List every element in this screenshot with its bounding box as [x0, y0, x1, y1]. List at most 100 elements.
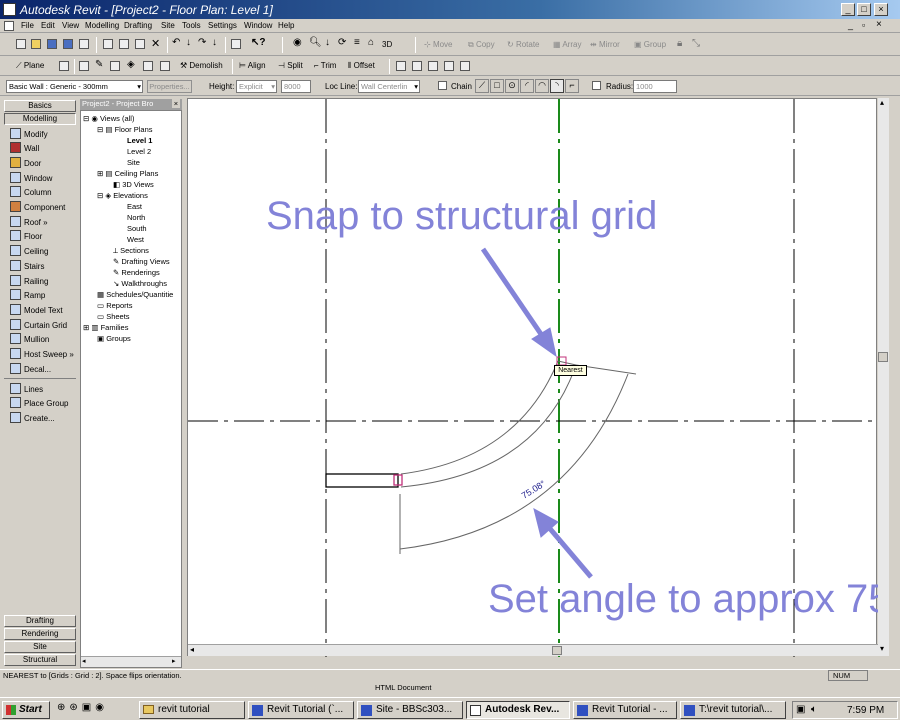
drawing-canvas[interactable]: 75.08° Snap to structural grid Set angle… [187, 98, 891, 657]
tool-floor[interactable]: Floor [10, 230, 42, 244]
trim-button[interactable]: ⌐ Trim [314, 61, 336, 70]
scroll-thumb[interactable] [878, 352, 888, 362]
tool-place-group[interactable]: Place Group [10, 397, 68, 411]
tree-views-all[interactable]: ⊟ ◉ Views (all) [83, 114, 134, 123]
eyedropper-icon[interactable]: ✎ [95, 59, 103, 70]
maximize-button[interactable]: □ [857, 3, 871, 16]
line-draw-icon[interactable]: ⟋ [475, 79, 489, 93]
tree-level-2[interactable]: Level 2 [127, 147, 151, 156]
menu-site[interactable]: Site [161, 21, 175, 30]
text-icon[interactable] [428, 61, 438, 71]
tool-door[interactable]: Door [10, 157, 41, 171]
tree-drafting-views[interactable]: ✎ Drafting Views [113, 257, 170, 266]
tree-walkthroughs[interactable]: ↘ Walkthroughs [113, 279, 167, 288]
fillet-arc-icon[interactable]: ⌐ [565, 79, 579, 93]
menu-drafting[interactable]: Drafting [124, 21, 152, 30]
level-icon[interactable] [444, 61, 454, 71]
menu-view[interactable]: View [62, 21, 79, 30]
desktop-icon[interactable]: ▣ [82, 702, 95, 713]
network-icon[interactable]: ▣ [796, 704, 805, 715]
copy-button[interactable]: ⧉ Copy [468, 40, 495, 50]
section-icon[interactable] [460, 61, 470, 71]
tool-column[interactable]: Column [10, 186, 52, 200]
3d-label[interactable]: 3D [382, 40, 392, 49]
tree-sheets[interactable]: ▭ Sheets [97, 312, 130, 321]
height-value-input[interactable]: 8000 [281, 80, 311, 93]
cut-geometry-icon[interactable] [160, 61, 170, 71]
circle-draw-icon[interactable]: ⊙ [505, 79, 519, 93]
radius-checkbox[interactable] [592, 81, 601, 90]
close-button[interactable]: × [874, 3, 888, 16]
arc-center-icon[interactable]: ◠ [535, 79, 549, 93]
offset-button[interactable]: ⫴ Offset [348, 61, 375, 71]
tab-drafting[interactable]: Drafting [4, 615, 76, 627]
tool-host-sweep[interactable]: Host Sweep » [10, 348, 74, 362]
document-icon[interactable] [4, 21, 14, 31]
tree-elevations[interactable]: ⊟ ◈ Elevations [97, 191, 148, 200]
tool-decal[interactable]: Decal... [10, 363, 51, 377]
tree-floor-plans[interactable]: ⊟ ▤ Floor Plans [97, 125, 153, 134]
visibility-eye-icon[interactable]: ◉ [293, 37, 302, 48]
canvas-hscrollbar[interactable]: ◂ [188, 644, 878, 656]
outlook-icon[interactable]: ⊛ [69, 702, 81, 713]
thin-lines-icon[interactable]: ≡ [354, 37, 360, 48]
new-icon[interactable] [16, 39, 26, 49]
start-button[interactable]: Start [2, 701, 50, 719]
scroll-left-icon[interactable]: ◂ [82, 657, 86, 665]
paste-icon[interactable] [135, 39, 145, 49]
cut-icon[interactable] [103, 39, 113, 49]
volume-icon[interactable]: 🔈︎ [811, 704, 817, 715]
tool-window[interactable]: Window [10, 172, 52, 186]
split-button[interactable]: ⊣ Split [278, 61, 303, 70]
chain-checkbox[interactable] [438, 81, 447, 90]
tab-site[interactable]: Site [4, 641, 76, 653]
height-mode-select[interactable]: Explicit ▾ [236, 80, 277, 93]
tree-site[interactable]: Site [127, 158, 140, 167]
tool-lines[interactable]: Lines [10, 383, 43, 397]
task-revit-folder[interactable]: revit tutorial [139, 701, 245, 719]
tree-reports[interactable]: ▭ Reports [97, 301, 132, 310]
tree-families[interactable]: ⊞ ▥ Families [83, 323, 128, 332]
tree-sections[interactable]: ⟂ Sections [113, 246, 149, 256]
tool-ceiling[interactable]: Ceiling [10, 245, 48, 259]
tool-model-text[interactable]: Model Text [10, 304, 63, 318]
align-button[interactable]: ⊨ Align [239, 61, 266, 70]
tree-north[interactable]: North [127, 213, 145, 222]
minimize-button[interactable]: _ [841, 3, 855, 16]
copy-icon[interactable] [119, 39, 129, 49]
resize-icon[interactable]: ⤡ [692, 38, 700, 49]
tree-level-1[interactable]: Level 1 [127, 136, 152, 145]
tool-component[interactable]: Component [10, 201, 65, 215]
mdi-restore-icon[interactable]: ▫ [862, 20, 865, 30]
menu-edit[interactable]: Edit [41, 21, 55, 30]
tool-stairs[interactable]: Stairs [10, 260, 44, 274]
tag-icon[interactable] [396, 61, 406, 71]
tab-structural[interactable]: Structural [4, 654, 76, 666]
demolish-button[interactable]: ⚒ Demolish [180, 61, 223, 70]
tree-3d-views[interactable]: ◧ 3D Views [113, 180, 154, 189]
tool-roof[interactable]: Roof » [10, 216, 48, 230]
mirror-button[interactable]: ⇹ Mirror [590, 40, 620, 49]
grid-toggle-icon[interactable] [59, 61, 69, 71]
dynamic-view-icon[interactable]: ⟳ [338, 37, 346, 48]
tool-mullion[interactable]: Mullion [10, 333, 49, 347]
tab-rendering[interactable]: Rendering [4, 628, 76, 640]
paint-icon[interactable] [110, 61, 120, 71]
browser-hscrollbar[interactable]: ◂ ▸ [81, 656, 181, 667]
menu-help[interactable]: Help [278, 21, 294, 30]
tree-east[interactable]: East [127, 202, 142, 211]
task-autodesk-revit[interactable]: Autodesk Rev... [466, 701, 570, 719]
tool-modify[interactable]: Modify [10, 128, 48, 142]
task-t-drive[interactable]: T:\revit tutorial\... [680, 701, 786, 719]
task-site-bbsc[interactable]: Site - BBSc303... [357, 701, 463, 719]
default-3d-view-icon[interactable]: ⌂ [368, 37, 374, 48]
menu-settings[interactable]: Settings [208, 21, 237, 30]
scroll-right-icon[interactable]: ▸ [172, 657, 176, 665]
ie-icon[interactable]: ⊕ [57, 702, 69, 713]
undo-dropdown-icon[interactable]: ↓ [186, 37, 191, 48]
tree-west[interactable]: West [127, 235, 144, 244]
rotate-button[interactable]: ↻ Rotate [507, 40, 540, 49]
task-revit-tutorial-2[interactable]: Revit Tutorial - ... [573, 701, 677, 719]
tangent-arc-icon[interactable]: ◝ [550, 79, 564, 93]
move-button[interactable]: ⊹ Move [424, 40, 453, 49]
